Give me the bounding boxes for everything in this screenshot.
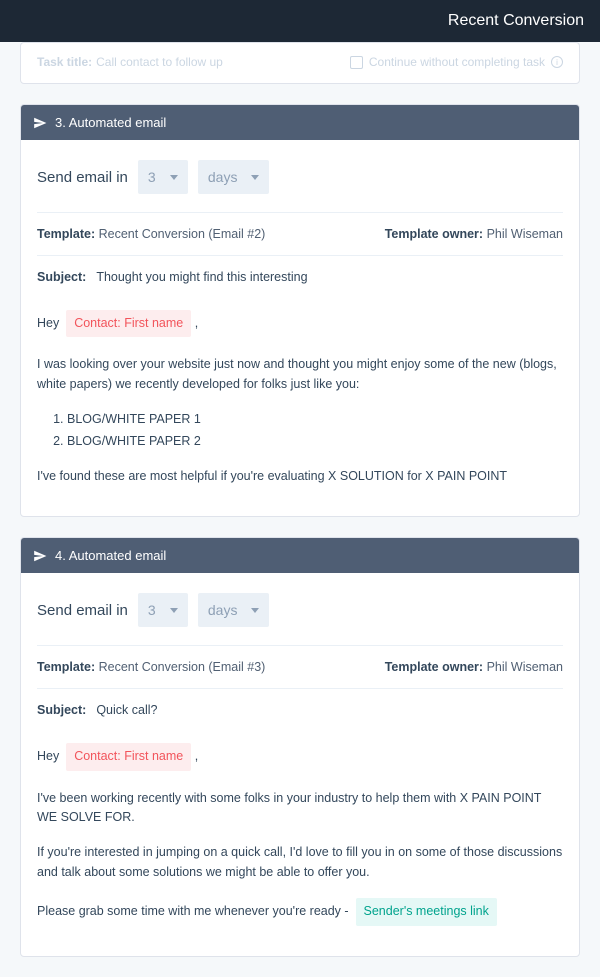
chevron-down-icon [170, 608, 178, 613]
owner-label: Template owner: [385, 227, 483, 241]
send-delay-label: Send email in [37, 602, 128, 619]
list-item: BLOG/WHITE PAPER 2 [67, 432, 563, 451]
body-paragraph: If you're interested in jumping on a qui… [37, 843, 563, 882]
paper-plane-icon [33, 549, 47, 563]
chevron-down-icon [251, 175, 259, 180]
body-list: BLOG/WHITE PAPER 1 BLOG/WHITE PAPER 2 [37, 410, 563, 451]
subject-label: Subject: [37, 270, 86, 284]
email-body[interactable]: Hey Contact: First name , I've been work… [37, 717, 563, 925]
contact-firstname-token[interactable]: Contact: First name [66, 310, 191, 337]
info-icon[interactable]: i [551, 56, 563, 68]
contact-firstname-token[interactable]: Contact: First name [66, 743, 191, 770]
send-delay-label: Send email in [37, 169, 128, 186]
top-bar: Recent Conversion [0, 0, 600, 42]
delay-unit-select[interactable]: days [198, 593, 270, 627]
email-body[interactable]: Hey Contact: First name , I was looking … [37, 284, 563, 486]
divider [37, 688, 563, 689]
body-paragraph: Please grab some time with me whenever y… [37, 904, 349, 918]
step-3-card: 3. Automated email Send email in 3 days … [20, 104, 580, 517]
template-value: Recent Conversion (Email #3) [99, 660, 266, 674]
task-title-value: Call contact to follow up [96, 55, 223, 69]
task-card: Task title: Call contact to follow up Co… [20, 42, 580, 84]
paper-plane-icon [33, 116, 47, 130]
content-area: Task title: Call contact to follow up Co… [0, 42, 600, 977]
step-3-title: 3. Automated email [55, 115, 166, 130]
subject-value: Quick call? [96, 703, 157, 717]
chevron-down-icon [251, 608, 259, 613]
list-item: BLOG/WHITE PAPER 1 [67, 410, 563, 429]
body-paragraph: I was looking over your website just now… [37, 355, 563, 394]
comma: , [195, 749, 198, 763]
divider [37, 255, 563, 256]
step-4-header[interactable]: 4. Automated email [21, 538, 579, 573]
owner-value: Phil Wiseman [487, 227, 563, 241]
subject-label: Subject: [37, 703, 86, 717]
body-paragraph: I've been working recently with some fol… [37, 789, 563, 828]
delay-number-select[interactable]: 3 [138, 593, 188, 627]
greeting: Hey [37, 749, 59, 763]
template-label: Template: [37, 227, 95, 241]
comma: , [195, 316, 198, 330]
task-title-label: Task title: [37, 55, 92, 69]
meetings-link-token[interactable]: Sender's meetings link [356, 898, 497, 925]
delay-number-select[interactable]: 3 [138, 160, 188, 194]
page-title: Recent Conversion [448, 12, 584, 30]
step-4-title: 4. Automated email [55, 548, 166, 563]
body-paragraph: I've found these are most helpful if you… [37, 467, 563, 486]
step-3-header[interactable]: 3. Automated email [21, 105, 579, 140]
delay-unit-select[interactable]: days [198, 160, 270, 194]
subject-value: Thought you might find this interesting [96, 270, 307, 284]
template-value: Recent Conversion (Email #2) [99, 227, 266, 241]
step-4-card: 4. Automated email Send email in 3 days … [20, 537, 580, 956]
template-label: Template: [37, 660, 95, 674]
owner-value: Phil Wiseman [487, 660, 563, 674]
owner-label: Template owner: [385, 660, 483, 674]
divider [37, 212, 563, 213]
chevron-down-icon [170, 175, 178, 180]
continue-checkbox[interactable] [350, 56, 363, 69]
greeting: Hey [37, 316, 59, 330]
continue-label: Continue without completing task [369, 55, 545, 69]
divider [37, 645, 563, 646]
